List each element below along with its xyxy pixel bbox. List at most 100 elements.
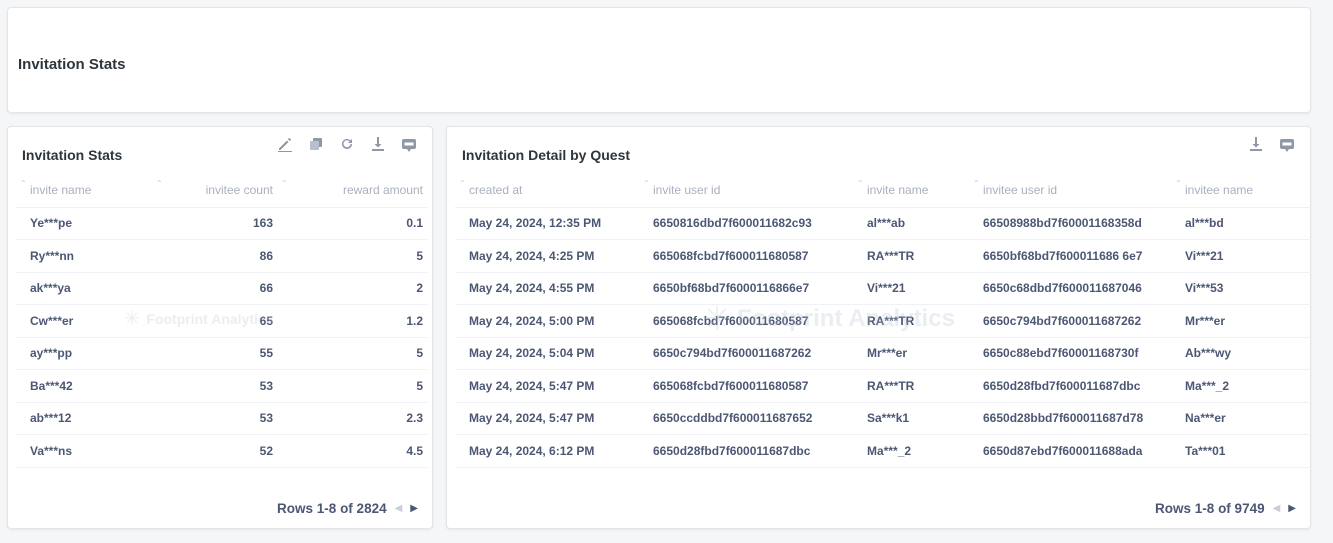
- table-row: Ye***pe 163 0.1: [16, 207, 427, 240]
- stats-card-title: Invitation Stats: [22, 147, 123, 163]
- pager-label: Rows 1-8 of 9749: [1155, 501, 1265, 516]
- table-cell: Va***ns: [16, 434, 152, 468]
- table-cell: al***bd: [1171, 207, 1311, 240]
- column-header-reward-amount[interactable]: ⌃ reward amount: [277, 173, 427, 208]
- table-header-row: ⌃ created at ⌃ invite user id ⌃ invite name…: [455, 173, 1311, 208]
- sort-icon: ⌃: [1175, 179, 1182, 188]
- column-header-invitee-name[interactable]: ⌃ invitee name: [1171, 173, 1311, 208]
- stats-table: ⌃ invite name ⌃ invitee count ⌃ reward amou…: [16, 173, 427, 468]
- table-cell: 55: [152, 337, 277, 370]
- refresh-icon[interactable]: [337, 135, 356, 153]
- table-cell: May 24, 2024, 5:04 PM: [455, 337, 639, 370]
- table-cell: 4.5: [277, 434, 427, 468]
- table-cell: 1.2: [277, 304, 427, 338]
- table-cell: 6650bf68bd7f6000116866e7: [639, 272, 853, 305]
- table-cell: Sa***k1: [853, 402, 969, 435]
- table-cell: Vi***53: [1171, 272, 1311, 305]
- table-row: May 24, 2024, 5:04 PM 6650c794bd7f6000116…: [455, 337, 1311, 370]
- detail-toolbar: [1246, 135, 1296, 153]
- table-row: ak***ya 66 2: [16, 272, 427, 305]
- column-header-invitee-user-id[interactable]: ⌃ invitee user id: [969, 173, 1171, 208]
- next-page-icon[interactable]: ▶: [410, 503, 418, 514]
- table-cell: May 24, 2024, 5:47 PM: [455, 369, 639, 403]
- table-cell: 66508988bd7f60001168358d: [969, 207, 1171, 240]
- table-cell: May 24, 2024, 5:47 PM: [455, 402, 639, 435]
- table-cell: RA***TR: [853, 304, 969, 338]
- stats-toolbar: [275, 135, 418, 153]
- prev-page-icon[interactable]: ◀: [1273, 503, 1281, 514]
- table-row: May 24, 2024, 4:55 PM 6650bf68bd7f6000116…: [455, 272, 1311, 305]
- detail-pager: Rows 1-8 of 9749 ◀ ▶: [1155, 501, 1296, 516]
- table-row: Cw***er 65 1.2: [16, 304, 427, 338]
- prev-page-icon[interactable]: ◀: [395, 503, 403, 514]
- sort-icon: ⌃: [20, 179, 27, 188]
- invitation-stats-card: Invitation Stats ⌃ invite name ⌃ invitee c…: [7, 126, 433, 529]
- table-cell: 5: [277, 369, 427, 403]
- table-cell: May 24, 2024, 12:35 PM: [455, 207, 639, 240]
- table-row: Ry***nn 86 5: [16, 239, 427, 273]
- table-cell: 53: [152, 402, 277, 435]
- table-cell: 86: [152, 239, 277, 273]
- table-cell: Na***er: [1171, 402, 1311, 435]
- api-icon[interactable]: [1277, 135, 1296, 153]
- table-row: ab***12 53 2.3: [16, 402, 427, 435]
- api-icon[interactable]: [399, 135, 418, 153]
- column-header-invite-name[interactable]: ⌃ invite name: [16, 173, 152, 208]
- pager-label: Rows 1-8 of 2824: [277, 501, 387, 516]
- table-cell: 6650d28fbd7f600011687dbc: [969, 369, 1171, 403]
- sort-icon: ⌃: [857, 179, 864, 188]
- detail-card-title: Invitation Detail by Quest: [462, 147, 631, 163]
- table-row: ay***pp 55 5: [16, 337, 427, 370]
- table-cell: Ma***_2: [853, 434, 969, 468]
- table-row: Ba***42 53 5: [16, 369, 427, 403]
- sort-icon: ⌃: [459, 179, 466, 188]
- sort-icon: ⌃: [973, 179, 980, 188]
- table-cell: 6650ccddbd7f600011687652: [639, 402, 853, 435]
- next-page-icon[interactable]: ▶: [1288, 503, 1296, 514]
- table-cell: 665068fcbd7f600011680587: [639, 304, 853, 338]
- table-cell: 6650c794bd7f600011687262: [639, 337, 853, 370]
- table-cell: 6650bf68bd7f600011686 6e7: [969, 239, 1171, 273]
- table-cell: RA***TR: [853, 239, 969, 273]
- table-cell: 52: [152, 434, 277, 468]
- table-cell: 5: [277, 239, 427, 273]
- column-header-created-at[interactable]: ⌃ created at: [455, 173, 639, 208]
- table-cell: May 24, 2024, 6:12 PM: [455, 434, 639, 468]
- edit-icon[interactable]: [275, 135, 294, 153]
- table-cell: Vi***21: [853, 272, 969, 305]
- table-cell: 6650c88ebd7f60001168730f: [969, 337, 1171, 370]
- table-cell: 5: [277, 337, 427, 370]
- table-cell: May 24, 2024, 4:25 PM: [455, 239, 639, 273]
- table-cell: 65: [152, 304, 277, 338]
- table-cell: Ab***wy: [1171, 337, 1311, 370]
- detail-table: ⌃ created at ⌃ invite user id ⌃ invite name…: [455, 173, 1311, 468]
- table-cell: 66: [152, 272, 277, 305]
- table-row: Va***ns 52 4.5: [16, 434, 427, 468]
- table-cell: ay***pp: [16, 337, 152, 370]
- download-icon[interactable]: [1246, 135, 1265, 153]
- table-cell: 163: [152, 207, 277, 240]
- table-row: May 24, 2024, 5:00 PM 665068fcbd7f6000116…: [455, 304, 1311, 338]
- column-header-invite-name[interactable]: ⌃ invite name: [853, 173, 969, 208]
- table-row: May 24, 2024, 5:47 PM 665068fcbd7f6000116…: [455, 369, 1311, 403]
- table-cell: 6650d28bbd7f600011687d78: [969, 402, 1171, 435]
- table-cell: 2: [277, 272, 427, 305]
- table-cell: Ma***_2: [1171, 369, 1311, 403]
- table-cell: 6650d28fbd7f600011687dbc: [639, 434, 853, 468]
- table-cell: 665068fcbd7f600011680587: [639, 239, 853, 273]
- table-cell: Ba***42: [16, 369, 152, 403]
- table-row: May 24, 2024, 12:35 PM 6650816dbd7f600011…: [455, 207, 1311, 240]
- table-cell: RA***TR: [853, 369, 969, 403]
- table-cell: Mr***er: [1171, 304, 1311, 338]
- duplicate-icon[interactable]: [306, 135, 325, 153]
- table-cell: ak***ya: [16, 272, 152, 305]
- download-icon[interactable]: [368, 135, 387, 153]
- invitation-detail-card: Invitation Detail by Quest ⌃ created at ⌃…: [446, 126, 1311, 529]
- table-cell: 6650816dbd7f600011682c93: [639, 207, 853, 240]
- table-cell: ab***12: [16, 402, 152, 435]
- column-header-invite-user-id[interactable]: ⌃ invite user id: [639, 173, 853, 208]
- column-header-invitee-count[interactable]: ⌃ invitee count: [152, 173, 277, 208]
- table-cell: May 24, 2024, 4:55 PM: [455, 272, 639, 305]
- table-cell: al***ab: [853, 207, 969, 240]
- table-cell: 0.1: [277, 207, 427, 240]
